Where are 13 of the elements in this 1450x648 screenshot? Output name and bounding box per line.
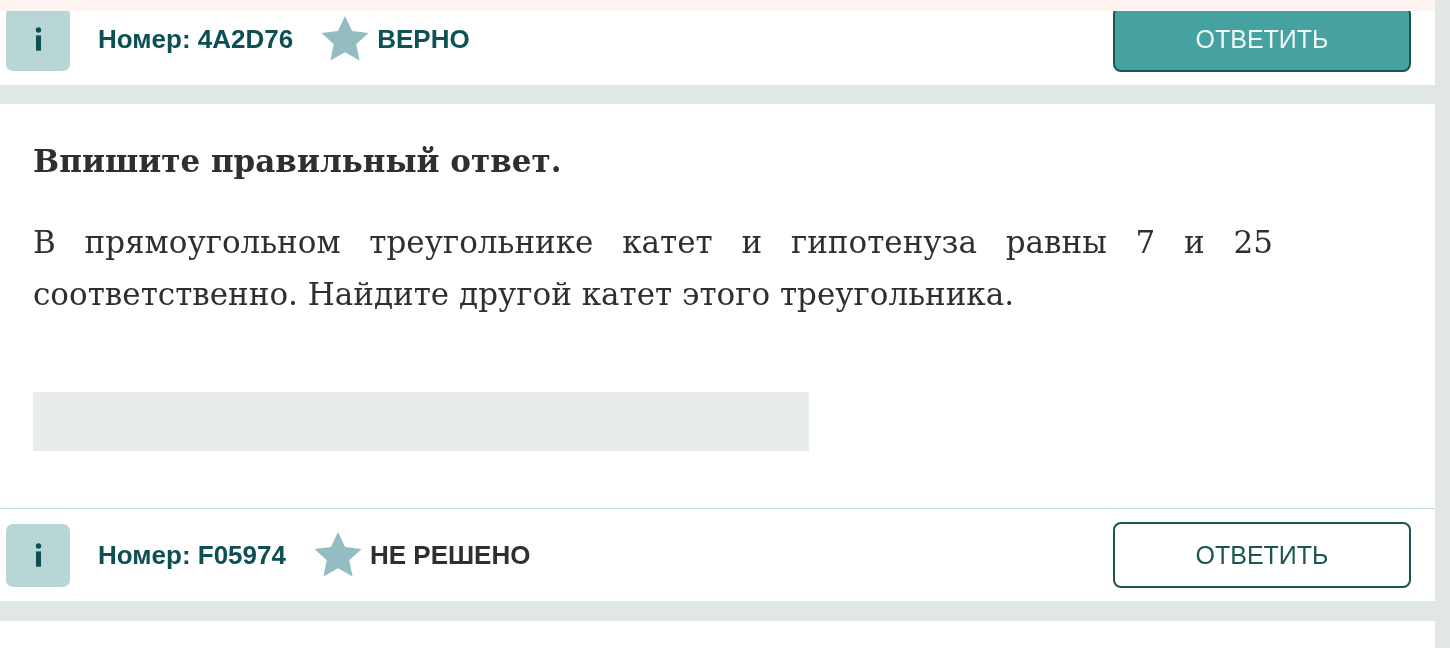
info-button[interactable]	[6, 523, 70, 587]
star-icon	[320, 15, 371, 63]
status-label: ВЕРНО	[377, 23, 470, 55]
info-button[interactable]	[6, 11, 70, 71]
instruction-text: Впишите правильный ответ.	[33, 142, 563, 181]
task-number: Номер: F05974	[98, 539, 286, 571]
star-icon	[312, 531, 363, 579]
question-text: В прямоугольном треугольнике катет и гипотенуза равны 7 и 25 соответственно. Найдите другой катет этого треугольника.	[33, 223, 1273, 314]
task-number: Номер: 4A2D76	[98, 23, 294, 55]
info-icon	[33, 27, 43, 51]
answer-button[interactable]: ОТВЕТИТЬ	[1113, 522, 1411, 588]
info-icon	[33, 543, 43, 567]
status-label: НЕ РЕШЕНО	[369, 539, 531, 571]
